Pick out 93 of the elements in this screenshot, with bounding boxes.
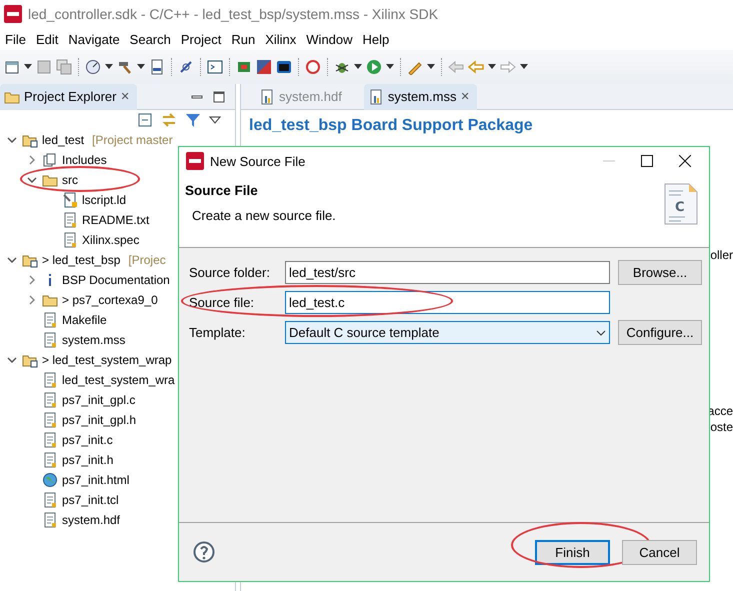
tree-item[interactable]: ps7_init.html (62, 473, 130, 487)
description-text: Create a new source file. (191, 208, 337, 223)
dropdown-caret-icon[interactable] (105, 64, 113, 70)
collapse-all-icon[interactable] (137, 112, 153, 128)
tree-item[interactable]: ps7_init_gpl.h (62, 413, 136, 427)
page-heading: led_test_bsp Board Support Package (248, 116, 534, 135)
file-icon (62, 212, 78, 228)
project-note: [Project master (92, 133, 173, 147)
menu-item[interactable]: Run (228, 32, 262, 46)
menu-item[interactable]: Edit (32, 32, 66, 46)
dropdown-caret-icon[interactable] (427, 64, 435, 70)
chevron-down-icon (596, 330, 606, 336)
filter-icon[interactable] (185, 112, 201, 128)
input-field[interactable]: led_test.c (285, 291, 610, 314)
section-title: Source File (185, 183, 259, 198)
tree-item[interactable]: led_test (42, 133, 84, 147)
menu-item[interactable]: Window (303, 32, 360, 46)
console-icon[interactable] (276, 59, 292, 75)
editor-text: oller (710, 248, 733, 262)
tree-item[interactable]: system.hdf (62, 513, 120, 527)
tree-item[interactable]: > ps7_cortexa9_0 (62, 293, 158, 307)
help-icon[interactable] (193, 541, 215, 563)
field-label: Source file: (189, 295, 254, 310)
dialog-title: New Source File (210, 154, 306, 168)
menu-item[interactable]: Project (178, 32, 228, 46)
file-icon (42, 452, 58, 468)
view-menu-icon[interactable] (209, 116, 221, 124)
library-icon (42, 152, 58, 168)
save-all-icon[interactable] (56, 59, 72, 75)
tree-item[interactable]: Xilinx.spec (82, 233, 140, 247)
tree-item[interactable]: ps7_init.h (62, 453, 114, 467)
tree-item[interactable]: Makefile (62, 313, 107, 327)
tree-item[interactable]: lscript.ld (82, 193, 126, 207)
tree-item[interactable]: README.txt (82, 213, 150, 227)
tree-item[interactable]: > led_test_system_wrap (42, 353, 172, 367)
square-gradient-icon[interactable] (256, 59, 272, 75)
field-label: Source folder: (189, 265, 270, 280)
cancel-button[interactable]: Cancel (622, 540, 697, 564)
tree-item[interactable]: led_test_system_wra (62, 373, 175, 387)
file-icon (368, 88, 384, 104)
window-title: led_controller.sdk - C/C++ - led_test_bsp/system.mss - Xilinx SDK (28, 6, 438, 22)
file-icon (42, 372, 58, 388)
new-file-icon[interactable] (4, 59, 20, 75)
maximize-icon[interactable] (213, 90, 225, 102)
terminal-icon[interactable] (207, 59, 223, 75)
tree-item[interactable]: system.mss (62, 333, 126, 347)
file-icon (259, 88, 275, 104)
dropdown-caret-icon[interactable] (24, 64, 32, 70)
editor-tab[interactable]: system.mss ✕ (364, 84, 478, 110)
file-icon (42, 492, 58, 508)
tree-item[interactable]: > led_test_bsp (42, 253, 120, 267)
file-icon (42, 332, 58, 348)
close-icon[interactable]: ✕ (460, 90, 470, 103)
file-icon (42, 392, 58, 408)
script-file-icon (62, 192, 78, 208)
tree-item[interactable]: BSP Documentation (62, 273, 170, 287)
field-label: Template: (189, 325, 246, 340)
globe-icon (42, 472, 58, 488)
menu-item[interactable]: Xilinx (262, 32, 304, 46)
configure-button[interactable]: Configure... (618, 320, 702, 345)
hammer-icon[interactable] (117, 59, 133, 75)
input-field[interactable]: led_test/src (285, 261, 610, 284)
close-icon[interactable] (679, 155, 691, 167)
binary-file-icon[interactable] (149, 59, 165, 75)
dropdown-caret-icon[interactable] (386, 64, 394, 70)
tree-item[interactable]: ps7_init.tcl (62, 493, 119, 507)
dropdown-caret-icon[interactable] (488, 64, 496, 70)
tree-item[interactable]: src (62, 173, 78, 187)
menu-item[interactable]: Navigate (65, 32, 127, 46)
gauge-icon[interactable] (85, 59, 101, 75)
dropdown[interactable]: Default C source template (285, 321, 610, 344)
dropdown-caret-icon[interactable] (354, 64, 362, 70)
file-icon (42, 312, 58, 328)
menu-item[interactable]: File (2, 32, 33, 46)
project-note: [Projec (128, 253, 166, 267)
dropdown-caret-icon[interactable] (520, 64, 528, 70)
maximize-icon[interactable] (641, 155, 653, 167)
panel-tab[interactable]: Project Explorer ✕ (0, 84, 138, 110)
chip-icon[interactable] (236, 59, 252, 75)
close-icon[interactable]: ✕ (120, 90, 130, 103)
tree-item[interactable]: ps7_init_gpl.c (62, 393, 136, 407)
menu-item[interactable]: Search (126, 32, 178, 46)
file-icon (42, 412, 58, 428)
tree-item[interactable]: ps7_init.c (62, 433, 113, 447)
menu-item[interactable]: Help (360, 32, 396, 46)
dropdown-caret-icon[interactable] (137, 64, 145, 70)
file-icon (62, 232, 78, 248)
file-icon (42, 512, 58, 528)
file-icon (42, 432, 58, 448)
browse-button[interactable]: Browse... (618, 260, 702, 285)
finish-button[interactable]: Finish (535, 540, 610, 564)
tree-item[interactable]: Includes (62, 153, 107, 167)
editor-text: oste (710, 420, 733, 434)
